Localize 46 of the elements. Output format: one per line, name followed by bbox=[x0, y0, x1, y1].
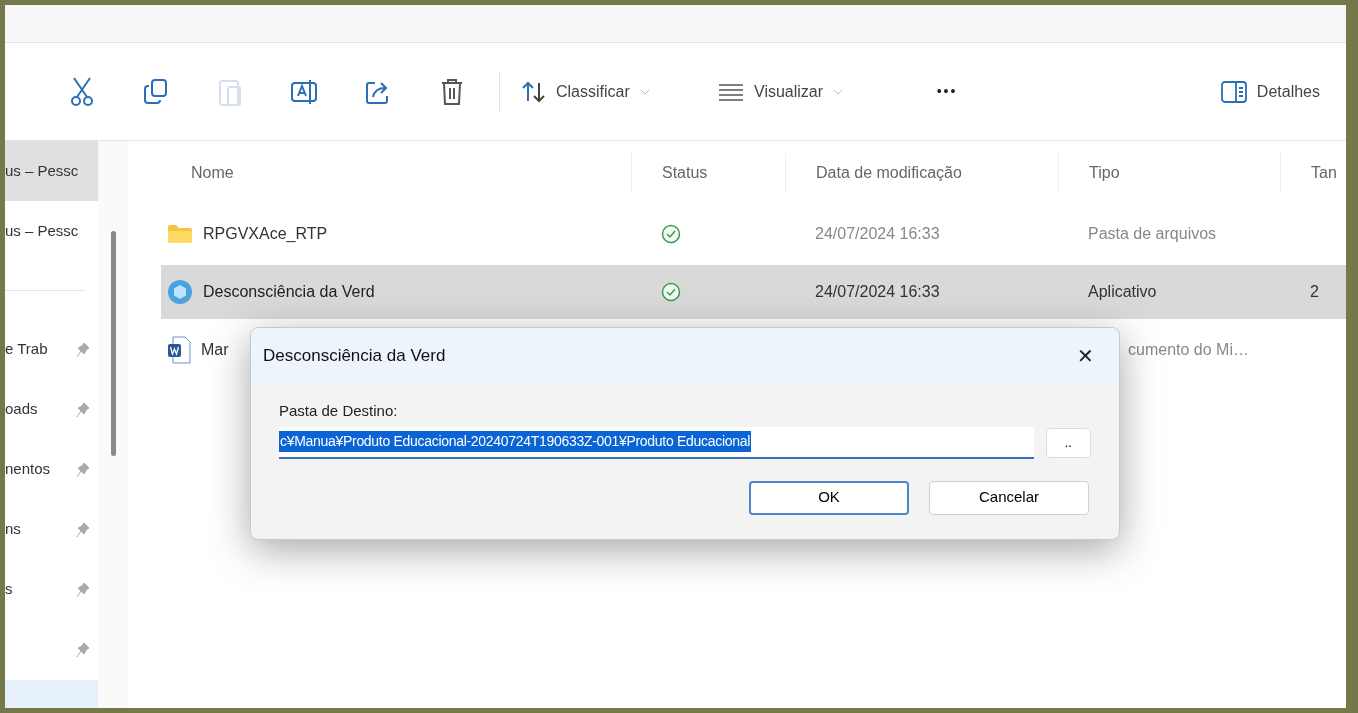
sidebar-item[interactable]: ns bbox=[5, 499, 98, 560]
sort-icon bbox=[522, 80, 546, 103]
file-row[interactable]: Desconsciência da Verd 24/07/2024 16:33 Aplicativo 2 bbox=[161, 265, 1346, 319]
folder-icon bbox=[167, 224, 193, 244]
table-cell-text: cumento do Mi… bbox=[1128, 340, 1249, 360]
file-name: RPGVXAce_RTP bbox=[203, 224, 328, 244]
caret-icon bbox=[833, 88, 844, 95]
more-button[interactable]: ••• bbox=[902, 63, 992, 120]
scissors-icon bbox=[69, 76, 95, 107]
column-header[interactable]: Nome bbox=[161, 153, 631, 193]
field-label: Pasta de Destino: bbox=[279, 401, 399, 421]
close-button[interactable]: ✕ bbox=[1065, 338, 1105, 374]
dialog-button[interactable]: Cancelar bbox=[929, 480, 1089, 515]
path-field[interactable]: c¥Manua¥Produto Educacional-20240724T190633Z-001¥Produto Educacional bbox=[279, 426, 1034, 459]
column-header[interactable]: Data de modificação bbox=[785, 153, 1058, 193]
sidebar-item[interactable]: e Trab bbox=[5, 319, 98, 380]
table-cell: 24/07/2024 16:33 bbox=[815, 283, 940, 300]
scrollbar-thumb[interactable] bbox=[110, 231, 116, 456]
list-view-icon bbox=[718, 82, 744, 101]
details-pane-icon bbox=[1220, 80, 1247, 103]
file-name: Mar bbox=[201, 340, 229, 360]
sidebar-item[interactable]: nentos bbox=[5, 439, 98, 500]
column-header[interactable]: Status bbox=[631, 153, 785, 193]
dialog-title: Desconsciência da Verd bbox=[263, 345, 446, 368]
dropdown-button[interactable]: Visualizar bbox=[706, 63, 902, 120]
table-cell-text: Aplicativo bbox=[1088, 282, 1157, 302]
sidebar-item[interactable]: us – Pessc bbox=[5, 201, 98, 261]
document-icon bbox=[167, 336, 191, 364]
copy-icon bbox=[143, 77, 169, 106]
column-header[interactable]: Tan bbox=[1280, 153, 1346, 193]
table-cell: 2 bbox=[1310, 283, 1319, 300]
details-button[interactable]: Detalhes bbox=[1210, 63, 1330, 120]
browse-button[interactable]: .. bbox=[1045, 427, 1091, 458]
app-icon bbox=[167, 279, 193, 305]
dialog-button[interactable]: OK bbox=[749, 480, 909, 515]
caret-icon bbox=[639, 88, 650, 95]
sidebar-item[interactable]: oads bbox=[5, 379, 98, 440]
table-cell-text: Pasta de arquivos bbox=[1088, 224, 1217, 244]
sidebar-item[interactable]: s bbox=[5, 559, 98, 620]
file-name: Desconsciência da Verd bbox=[203, 282, 375, 302]
table-cell: 24/07/2024 16:33 bbox=[815, 225, 940, 242]
dropdown-button[interactable]: Classificar bbox=[510, 63, 706, 120]
trash-icon bbox=[440, 77, 464, 106]
sidebar-item[interactable]: us – Pessc bbox=[5, 141, 98, 201]
rename-icon bbox=[290, 77, 318, 106]
column-header[interactable]: Tipo bbox=[1058, 153, 1280, 193]
